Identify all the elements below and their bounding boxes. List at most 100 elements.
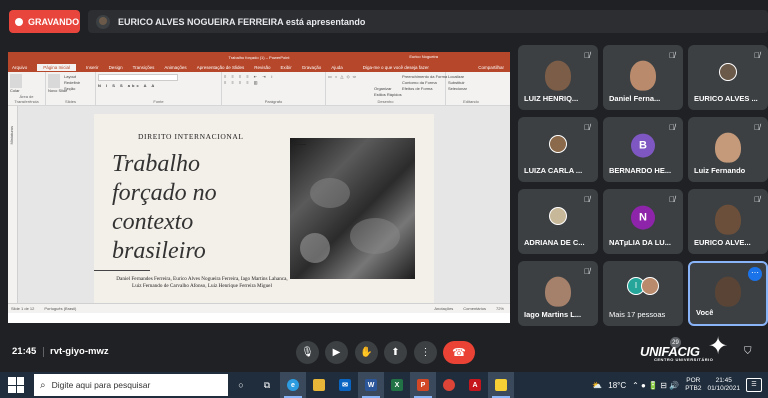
select-button[interactable]: Selecionar bbox=[448, 86, 494, 92]
notification-icon[interactable]: ☰ bbox=[746, 378, 762, 392]
language-indicator[interactable]: POR PTB2 bbox=[685, 377, 701, 393]
thumbnail-pane[interactable]: Miniaturas bbox=[8, 106, 18, 313]
word-icon[interactable]: W bbox=[358, 372, 384, 398]
alignment-icons[interactable]: ≡ ≡ ≡ ≡ ▥ bbox=[224, 80, 323, 86]
ribbon-group-clipboard: Colar Área de Transferência bbox=[8, 72, 46, 105]
tab-ajuda[interactable]: Ajuda bbox=[331, 65, 343, 70]
participant-tile[interactable]: 🎙̸ Daniel Ferna... bbox=[603, 45, 683, 110]
participant-tile[interactable]: 🎙̸ LUIZ HENRIQ... bbox=[518, 45, 598, 110]
meeting-code[interactable]: rvt-giyo-mwz bbox=[50, 346, 109, 357]
new-slide-button[interactable]: Novo Slide bbox=[48, 88, 67, 94]
group-label: Área de Transferência bbox=[14, 94, 39, 104]
leave-call-button[interactable]: ☎ bbox=[443, 341, 475, 364]
participant-name: LUIZA CARLA ... bbox=[524, 166, 583, 175]
participant-video bbox=[715, 204, 741, 235]
microphone-button[interactable]: 🎙 bbox=[296, 341, 319, 364]
cortana-icon[interactable]: ○ bbox=[228, 372, 254, 398]
chrome-icon[interactable] bbox=[436, 372, 462, 398]
quick-styles-button[interactable]: Estilos Rápidos bbox=[374, 92, 402, 98]
mic-off-icon: 🎙̸ bbox=[754, 123, 760, 132]
present-button[interactable]: ⬆ bbox=[384, 341, 407, 364]
participant-tile[interactable]: B 🎙̸ BERNARDO HE... bbox=[603, 117, 683, 182]
tab-gravacao[interactable]: Gravação bbox=[302, 65, 322, 70]
participant-tile[interactable]: 🎙̸ Iago Martins L... bbox=[518, 261, 598, 326]
self-video bbox=[715, 276, 741, 307]
taskbar-search[interactable]: ⌕ Digite aqui para pesquisar bbox=[34, 374, 228, 396]
tab-apresentacao[interactable]: Apresentação de Slides bbox=[197, 65, 245, 70]
camera-button[interactable]: ▶ bbox=[325, 341, 348, 364]
record-dot-icon bbox=[15, 17, 23, 26]
photo-detail bbox=[350, 218, 400, 254]
more-people-tile[interactable]: I Mais 17 pessoas bbox=[603, 261, 683, 326]
shapes-gallery[interactable]: ▭ ○ △ ◇ ⇨ bbox=[328, 74, 357, 80]
participant-tile[interactable]: 🎙̸ EURICO ALVE... bbox=[688, 189, 768, 254]
system-tray: ⛅ 18°C ⌃ ● 🔋 ⊟ 🔊 POR PTB2 21:45 01/10/20… bbox=[592, 377, 768, 393]
raise-hand-button[interactable]: ✋ bbox=[355, 341, 378, 364]
font-name-box[interactable] bbox=[98, 74, 178, 81]
brand-logo: UNIFACIG CENTRO UNIVERSITÁRIO bbox=[640, 344, 713, 362]
mic-off-icon: 🎙̸ bbox=[584, 51, 590, 60]
group-label: Editando bbox=[463, 99, 479, 104]
tell-me-search[interactable]: Diga-me o que você deseja fazer bbox=[363, 65, 429, 70]
edge-icon[interactable]: e bbox=[280, 372, 306, 398]
mic-off-icon: 🎙̸ bbox=[754, 195, 760, 204]
acrobat-icon[interactable]: A bbox=[462, 372, 488, 398]
mail-icon[interactable]: ✉ bbox=[332, 372, 358, 398]
participant-video bbox=[715, 132, 741, 163]
more-options-button[interactable]: ⋮ bbox=[414, 341, 437, 364]
weather-icon: ⛅ bbox=[592, 380, 603, 390]
participant-avatar: N bbox=[631, 205, 655, 230]
self-tile[interactable]: ⋯ Você bbox=[688, 261, 768, 326]
powerpoint-icon[interactable]: P bbox=[410, 372, 436, 398]
language-status[interactable]: Português (Brasil) bbox=[44, 306, 76, 311]
phone-hangup-icon: ☎ bbox=[452, 347, 466, 359]
lang-bottom: PTB2 bbox=[685, 385, 702, 392]
group-label: Fonte bbox=[153, 99, 164, 104]
participant-tile[interactable]: 🎙̸ ADRIANA DE C... bbox=[518, 189, 598, 254]
tab-transicoes[interactable]: Transições bbox=[133, 65, 155, 70]
slide-title-line: Trabalho bbox=[112, 151, 201, 177]
weather-temp[interactable]: 18°C bbox=[608, 381, 626, 390]
zoom-level[interactable]: 72% bbox=[496, 306, 504, 311]
tab-pagina-inicial[interactable]: Página Inicial bbox=[37, 63, 77, 71]
meet-window: GRAVANDO EURICO ALVES NOGUEIRA FERREIRA … bbox=[0, 0, 768, 372]
tray-icons[interactable]: ⌃ ● 🔋 ⊟ 🔊 bbox=[632, 381, 679, 390]
ribbon-group-editing: Localizar Substituir Selecionar Editando bbox=[446, 72, 496, 105]
participant-video bbox=[545, 60, 571, 91]
mic-off-icon: 🎙̸ bbox=[584, 267, 590, 276]
windows-start-icon[interactable] bbox=[8, 377, 24, 393]
more-options-icon[interactable]: ⋯ bbox=[748, 267, 762, 281]
task-view-icon[interactable]: ⧉ bbox=[254, 372, 280, 398]
comments-button[interactable]: Comentários bbox=[463, 306, 486, 311]
participant-name: BERNARDO HE... bbox=[609, 166, 672, 175]
sticky-notes-icon[interactable] bbox=[488, 372, 514, 398]
tab-arquivo[interactable]: Arquivo bbox=[12, 65, 27, 70]
participant-tile[interactable]: 🎙̸ EURICO ALVES ... bbox=[688, 45, 768, 110]
group-label: Parágrafo bbox=[264, 99, 283, 104]
participant-tile[interactable]: N 🎙̸ NATµLIA DA LU... bbox=[603, 189, 683, 254]
participant-name: Mais 17 pessoas bbox=[609, 310, 666, 319]
tab-animacoes[interactable]: Animações bbox=[164, 65, 186, 70]
clock[interactable]: 21:45 01/10/2021 bbox=[707, 377, 740, 393]
slide-title-line: brasileiro bbox=[112, 238, 206, 264]
participant-tile[interactable]: 🎙̸ LUIZA CARLA ... bbox=[518, 117, 598, 182]
camera-icon: ▶ bbox=[332, 347, 341, 358]
brand-subtitle: CENTRO UNIVERSITÁRIO bbox=[654, 357, 714, 362]
tab-inserir[interactable]: Inserir bbox=[86, 65, 99, 70]
participant-tile[interactable]: 🎙̸ Luiz Fernando bbox=[688, 117, 768, 182]
excel-icon[interactable]: X bbox=[384, 372, 410, 398]
shape-effects-button[interactable]: Efeitos de Forma bbox=[402, 86, 447, 92]
share-button[interactable]: Compartilhar bbox=[478, 65, 504, 70]
slide-count: Slide 1 de 12 bbox=[11, 306, 35, 311]
participant-avatar: B bbox=[631, 133, 655, 158]
shield-icon[interactable]: ⛉ bbox=[744, 346, 752, 357]
presenter-avatar bbox=[96, 14, 110, 29]
tab-exibir[interactable]: Exibir bbox=[280, 65, 291, 70]
notes-button[interactable]: Anotações bbox=[434, 306, 453, 311]
tab-design[interactable]: Design bbox=[109, 65, 123, 70]
participant-name: Daniel Ferna... bbox=[609, 94, 661, 103]
file-explorer-icon[interactable] bbox=[306, 372, 332, 398]
tab-revisao[interactable]: Revisão bbox=[254, 65, 270, 70]
slide-canvas[interactable]: DIREITO INTERNACIONAL Trabalho forçado n… bbox=[94, 114, 434, 310]
font-format-icons[interactable]: N I S S abc A A bbox=[98, 83, 219, 89]
